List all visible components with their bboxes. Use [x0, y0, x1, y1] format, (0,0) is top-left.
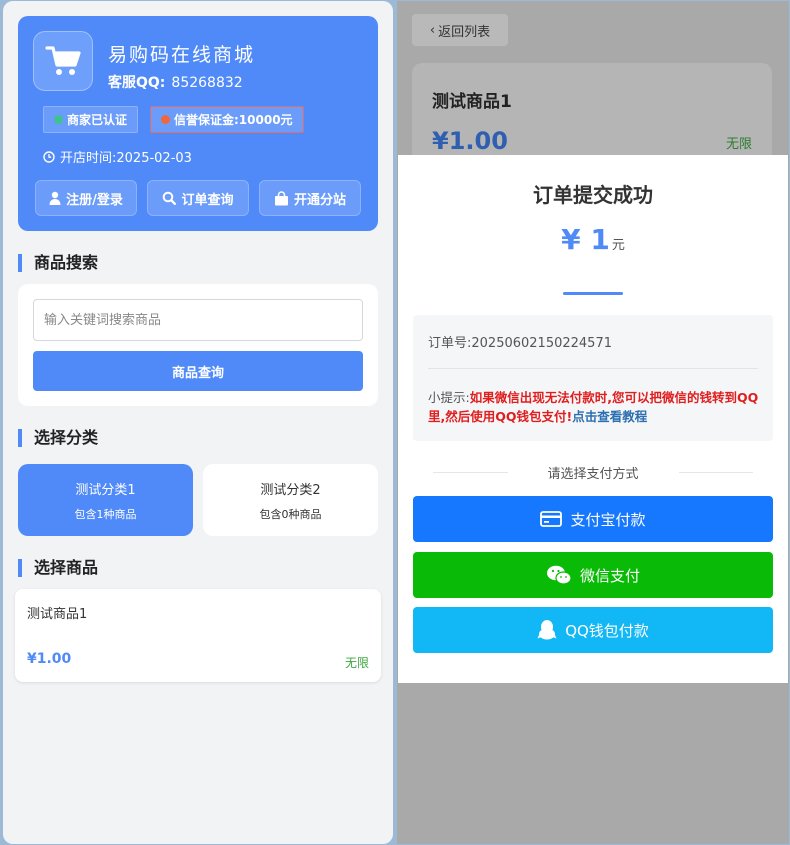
service-label: 客服QQ: [108, 75, 166, 91]
shop-header: 易购码在线商城 客服QQ: 85268832 商家已认证 信誉保证金:10000元… [18, 16, 378, 231]
search-section-title: 商品搜索 [18, 254, 98, 272]
category-name: 测试分类2 [260, 482, 321, 498]
product-price: ¥1.00 [27, 651, 72, 667]
deposit-badge-label: 信誉保证金:10000元 [174, 113, 293, 127]
open-branch-button-label: 开通分站 [293, 192, 346, 208]
user-icon [49, 191, 61, 205]
order-amount-unit: 元 [611, 238, 625, 253]
verified-badge: 商家已认证 [43, 106, 139, 133]
tip-prefix: 小提示: [428, 390, 470, 405]
order-amount-value: ¥ 1 [561, 223, 610, 256]
back-to-list-button[interactable]: ‹ 返回列表 [412, 14, 508, 46]
clock-icon [43, 150, 55, 163]
wechat-pay-button[interactable]: 微信支付 [413, 552, 773, 598]
deposit-badge: 信誉保证金:10000元 [150, 106, 304, 133]
detail-product-name: 测试商品1 [432, 92, 512, 112]
pay-method-label-text: 请选择支付方式 [547, 467, 639, 482]
shopping-bag-icon [274, 190, 288, 205]
category-name: 测试分类1 [75, 482, 136, 498]
category-count: 包含0种商品 [259, 507, 322, 521]
service-qq: 客服QQ: 85268832 [108, 72, 243, 92]
login-button-label: 注册/登录 [66, 192, 123, 208]
info-divider [428, 368, 758, 369]
order-query-button-label: 订单查询 [181, 192, 234, 208]
alipay-button-label: 支付宝付款 [570, 510, 646, 529]
search-button[interactable]: 商品查询 [33, 351, 363, 391]
login-button[interactable]: 注册/登录 [35, 180, 137, 216]
detail-product-stock: 无限 [725, 137, 752, 152]
search-icon [163, 191, 177, 205]
order-success-modal: 订单提交成功 ¥ 1元 订单号:20250602150224571 小提示:如果… [398, 155, 788, 683]
pay-label-line-right [678, 472, 754, 473]
product-detail-page: ‹ 返回列表 测试商品1 ¥1.00 无限 订单提交成功 ¥ 1元 订单号:20… [397, 1, 789, 844]
verified-badge-label: 商家已认证 [67, 113, 128, 127]
pay-label-line-left [433, 472, 508, 473]
category-card-2[interactable]: 测试分类2 包含0种商品 [203, 464, 378, 536]
shield-icon [161, 115, 170, 124]
alipay-button[interactable]: 支付宝付款 [413, 496, 773, 542]
wechat-pay-button-label: 微信支付 [579, 566, 640, 585]
cart-icon [45, 46, 81, 75]
qq-pay-button[interactable]: QQ钱包付款 [413, 607, 773, 653]
open-branch-button[interactable]: 开通分站 [259, 180, 361, 216]
category-section-title: 选择分类 [18, 429, 98, 447]
chevron-left-icon: ‹ [429, 22, 436, 38]
open-time-label: 开店时间:2025-02-03 [60, 151, 192, 166]
service-qq-number: 85268832 [171, 75, 243, 91]
category-card-1[interactable]: 测试分类1 包含1种商品 [18, 464, 193, 536]
pay-method-label: 请选择支付方式 [433, 463, 754, 482]
modal-title: 订单提交成功 [533, 183, 653, 207]
order-query-button[interactable]: 订单查询 [147, 180, 249, 216]
order-amount: ¥ 1元 [398, 223, 788, 256]
wechat-icon [546, 565, 572, 585]
payment-tip: 小提示:如果微信出现无法付款时,您可以把微信的钱转到QQ里,然后使用QQ钱包支付… [428, 388, 763, 426]
product-name: 测试商品1 [27, 607, 88, 622]
qq-penguin-icon [537, 620, 557, 640]
shop-logo [33, 31, 93, 91]
order-number: 订单号:20250602150224571 [428, 336, 612, 351]
category-count: 包含1种商品 [74, 507, 137, 521]
order-info-box: 订单号:20250602150224571 小提示:如果微信出现无法付款时,您可… [413, 315, 773, 441]
credit-card-icon [540, 511, 563, 527]
product-stock: 无限 [344, 656, 369, 670]
product-card[interactable]: 测试商品1 ¥1.00 无限 [15, 589, 381, 682]
shop-page: 易购码在线商城 客服QQ: 85268832 商家已认证 信誉保证金:10000元… [3, 1, 393, 844]
open-time: 开店时间:2025-02-03 [43, 147, 192, 166]
tutorial-link[interactable]: 点击查看教程 [572, 409, 647, 424]
modal-divider [563, 292, 623, 295]
check-icon [54, 115, 63, 124]
search-input[interactable] [33, 299, 363, 341]
search-card: 商品查询 [18, 284, 378, 406]
product-section-title: 选择商品 [18, 559, 98, 577]
detail-product-price: ¥1.00 [432, 127, 508, 155]
shop-name: 易购码在线商城 [108, 44, 256, 66]
qq-pay-button-label: QQ钱包付款 [565, 621, 649, 640]
back-button-label: 返回列表 [438, 24, 491, 40]
